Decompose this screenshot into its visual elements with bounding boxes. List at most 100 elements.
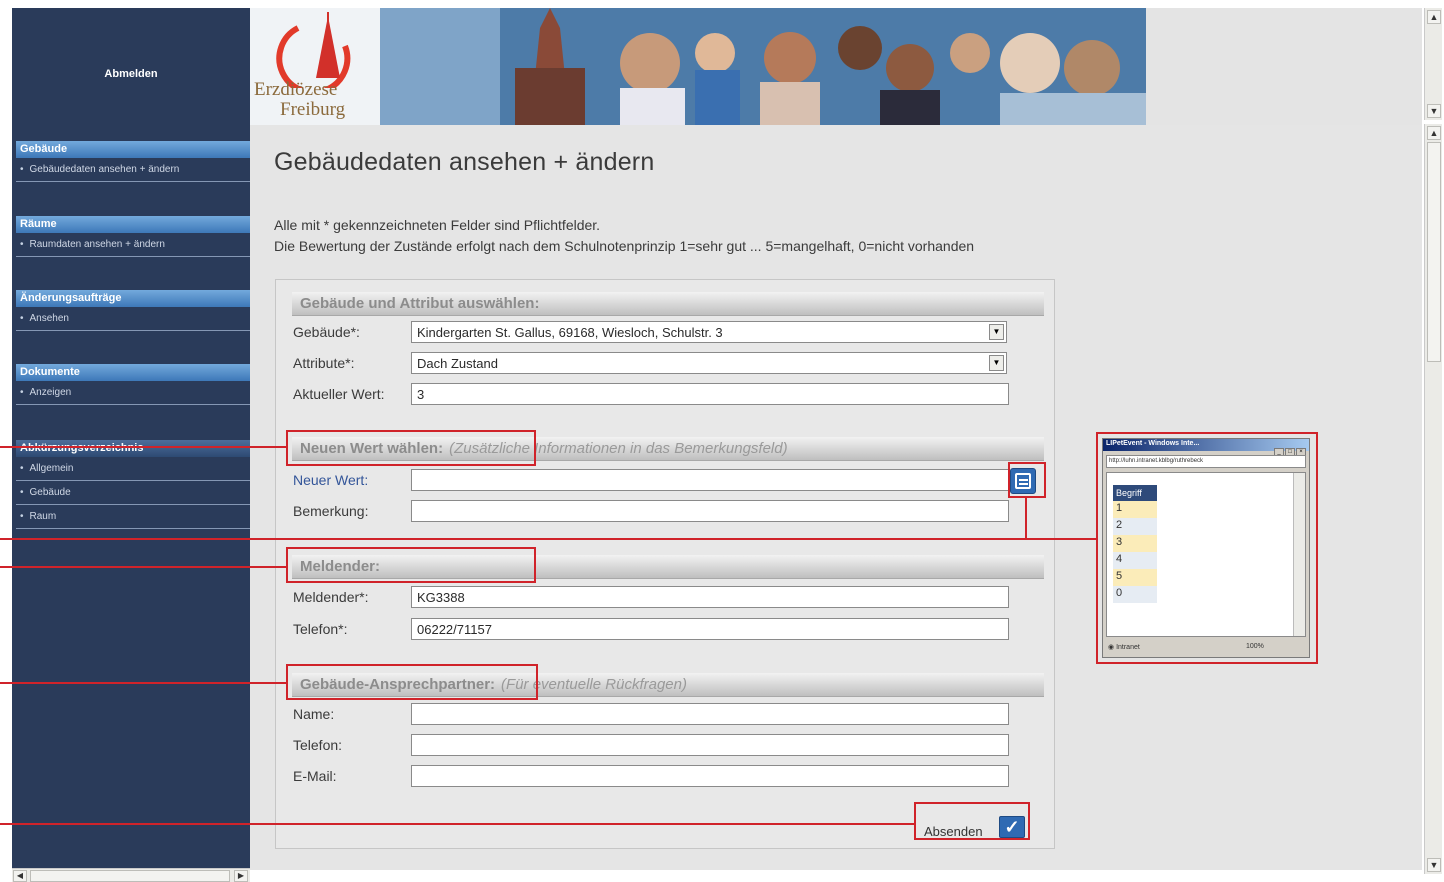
- callout-line: [0, 538, 1097, 540]
- vertical-scrollbar-top[interactable]: ▲ ▼: [1424, 8, 1442, 120]
- nav-section-gebaeude: Gebäude • Gebäudedaten ansehen + ändern: [16, 141, 250, 182]
- contact-phone-field[interactable]: [411, 734, 1009, 756]
- section-building-attribute: Gebäude und Attribut auswählen:: [292, 292, 1044, 316]
- popup-value-item[interactable]: 0: [1113, 586, 1157, 603]
- nav-item-label: Gebäude: [29, 487, 71, 498]
- nav-item-label: Raumdaten ansehen + ändern: [29, 239, 165, 250]
- popup-value-item[interactable]: 1: [1113, 501, 1157, 518]
- nav-item-ansehen[interactable]: • Ansehen: [16, 307, 250, 331]
- phone-label: Telefon*:: [293, 621, 348, 637]
- email-field[interactable]: [411, 765, 1009, 787]
- nav-item-label: Anzeigen: [29, 387, 72, 398]
- nav-item-label: Ansehen: [29, 313, 69, 324]
- sidebar: Abmelden Gebäude • Gebäudedaten ansehen +…: [12, 8, 250, 870]
- chevron-down-icon[interactable]: ▼: [989, 324, 1004, 340]
- lookup-popup-window[interactable]: LIPetEvent - Windows Inte... _ □ × http://…: [1102, 438, 1310, 658]
- popup-address-bar[interactable]: http://luhn.intranet.kblbg/ruthrebeck: [1106, 455, 1306, 468]
- nav-item-anzeigen[interactable]: • Anzeigen: [16, 381, 250, 405]
- checkmark-icon[interactable]: ✓: [999, 816, 1025, 838]
- phone-field[interactable]: 06222/71157: [411, 618, 1009, 640]
- bullet-icon: •: [20, 239, 24, 250]
- banner-filler: [1146, 8, 1422, 125]
- bullet-icon: •: [20, 511, 24, 522]
- nav-item-raumdaten[interactable]: • Raumdaten ansehen + ändern: [16, 233, 250, 257]
- popup-value-item[interactable]: 3: [1113, 535, 1157, 552]
- bullet-icon: •: [20, 313, 24, 324]
- scroll-thumb[interactable]: [1427, 142, 1441, 362]
- section-title: Neuen Wert wählen:: [300, 440, 444, 457]
- reporter-field[interactable]: KG3388: [411, 586, 1009, 608]
- vertical-scrollbar[interactable]: ▲ ▼: [1424, 124, 1442, 874]
- section-title: Gebäude-Ansprechpartner:: [300, 676, 496, 693]
- nav-section-raeume: Räume • Raumdaten ansehen + ändern: [16, 216, 250, 257]
- popup-value-item[interactable]: 2: [1113, 518, 1157, 535]
- section-subtitle: (Für eventuelle Rückfragen): [501, 676, 687, 693]
- gebaeude-label: Gebäude*:: [293, 324, 360, 340]
- gebaeude-select[interactable]: Kindergarten St. Gallus, 69168, Wiesloch…: [411, 321, 1007, 343]
- nav-section-abkuerzungen: Abkürzungsverzeichnis • Allgemein • Gebäud…: [16, 440, 250, 529]
- callout-line: [1025, 498, 1027, 540]
- nav-item-raum[interactable]: • Raum: [16, 505, 250, 529]
- nav-item-label: Allgemein: [29, 463, 74, 474]
- nav-head-raeume: Räume: [16, 216, 250, 233]
- bullet-icon: •: [20, 463, 24, 474]
- callout-line: [0, 566, 286, 568]
- logo: Erzdiözese Freiburg: [250, 8, 380, 125]
- rating-scale-note: Die Bewertung der Zustände erfolgt nach …: [274, 238, 975, 254]
- popup-list-header: Begriff: [1113, 485, 1157, 501]
- remark-field[interactable]: [411, 500, 1009, 522]
- bullet-icon: •: [20, 387, 24, 398]
- logo-text: Erzdiözese Freiburg: [254, 80, 374, 120]
- email-label: E-Mail:: [293, 768, 337, 784]
- nav-head-gebaeude: Gebäude: [16, 141, 250, 158]
- section-title: Gebäude und Attribut auswählen:: [300, 295, 540, 312]
- scroll-right-icon[interactable]: ▶: [234, 870, 248, 882]
- callout-line: [0, 823, 914, 825]
- section-subtitle: (Zusätzliche Informationen in das Bemerk…: [449, 440, 788, 457]
- scroll-thumb[interactable]: [30, 870, 230, 882]
- new-value-field[interactable]: [411, 469, 1009, 491]
- nav-item-allgemein[interactable]: • Allgemein: [16, 457, 250, 481]
- logo-line2: Freiburg: [280, 99, 346, 120]
- lookup-button[interactable]: [1010, 468, 1036, 494]
- attribute-label: Attribute*:: [293, 355, 355, 371]
- scroll-left-icon[interactable]: ◀: [13, 870, 27, 882]
- chevron-down-icon[interactable]: ▼: [989, 355, 1004, 371]
- scroll-down-icon[interactable]: ▼: [1427, 104, 1441, 118]
- globe-icon: ◉: [1108, 644, 1115, 651]
- church-logo-icon: [276, 12, 351, 88]
- callout-line: [0, 446, 286, 448]
- banner-photo-collage: [380, 8, 1146, 125]
- popup-zoom: 100%: [1246, 643, 1264, 650]
- nav-section-dokumente: Dokumente • Anzeigen: [16, 364, 250, 405]
- list-lookup-icon: [1015, 473, 1031, 489]
- nav-section-aenderungsauftraege: Änderungsaufträge • Ansehen: [16, 290, 250, 331]
- logout-link[interactable]: Abmelden: [12, 68, 250, 80]
- horizontal-scrollbar[interactable]: ◀ ▶: [12, 868, 250, 882]
- nav-item-label: Gebäudedaten ansehen + ändern: [29, 164, 180, 175]
- attribute-selected: Dach Zustand: [417, 356, 498, 371]
- bullet-icon: •: [20, 487, 24, 498]
- gebaeude-selected: Kindergarten St. Gallus, 69168, Wiesloch…: [417, 325, 723, 340]
- current-value-field[interactable]: 3: [411, 383, 1009, 405]
- attribute-select[interactable]: Dach Zustand ▼: [411, 352, 1007, 374]
- popup-value-item[interactable]: 4: [1113, 552, 1157, 569]
- nav-head-aenderungsauftraege: Änderungsaufträge: [16, 290, 250, 307]
- nav-item-gebaeudedaten[interactable]: • Gebäudedaten ansehen + ändern: [16, 158, 250, 182]
- submit-label: Absenden: [924, 824, 983, 839]
- scroll-up-icon[interactable]: ▲: [1427, 126, 1441, 140]
- section-reporter: Meldender:: [292, 555, 1044, 579]
- section-new-value: Neuen Wert wählen: (Zusätzliche Informati…: [292, 437, 1044, 461]
- logo-line1: Erzdiözese: [254, 79, 338, 100]
- name-field[interactable]: [411, 703, 1009, 725]
- popup-value-item[interactable]: 5: [1113, 569, 1157, 586]
- scroll-down-icon[interactable]: ▼: [1427, 858, 1441, 872]
- nav-item-gebaeude[interactable]: • Gebäude: [16, 481, 250, 505]
- required-fields-note: Alle mit * gekennzeichneten Felder sind …: [274, 217, 601, 233]
- contact-phone-label: Telefon:: [293, 737, 343, 753]
- popup-scrollbar[interactable]: [1293, 473, 1305, 636]
- nav-head-dokumente: Dokumente: [16, 364, 250, 381]
- page-title: Gebäudedaten ansehen + ändern: [274, 148, 655, 176]
- form-panel: Gebäude und Attribut auswählen: Gebäude*…: [275, 279, 1055, 849]
- scroll-up-icon[interactable]: ▲: [1427, 10, 1441, 24]
